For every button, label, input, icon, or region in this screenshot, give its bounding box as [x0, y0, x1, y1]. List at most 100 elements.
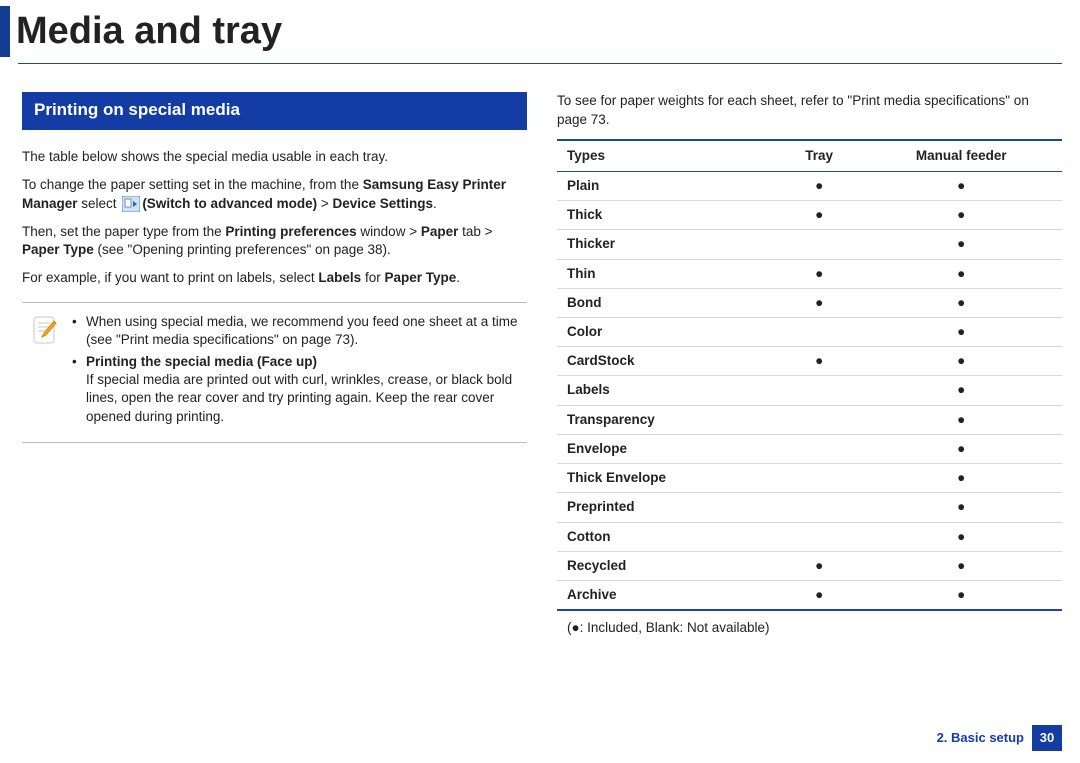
- text: tab >: [458, 224, 492, 239]
- footer-section-label: 2. Basic setup: [937, 729, 1024, 747]
- table-row: Preprinted ●: [557, 493, 1062, 522]
- manual-feeder-cell: ●: [860, 376, 1062, 405]
- change-setting-paragraph: To change the paper setting set in the m…: [22, 176, 527, 212]
- table-row: Labels ●: [557, 376, 1062, 405]
- table-row: Bond●●: [557, 288, 1062, 317]
- table-row: CardStock●●: [557, 347, 1062, 376]
- page-footer: 2. Basic setup 30: [937, 725, 1062, 751]
- media-type-cell: Bond: [557, 288, 778, 317]
- paper-type-paragraph: Then, set the paper type from the Printi…: [22, 223, 527, 259]
- text: .: [456, 270, 460, 285]
- title-accent-bar: [0, 6, 10, 57]
- tray-cell: [778, 522, 861, 551]
- media-table: Types Tray Manual feeder Plain●●Thick●●T…: [557, 139, 1062, 612]
- media-type-cell: Cotton: [557, 522, 778, 551]
- tray-cell: [778, 405, 861, 434]
- table-row: Thicker ●: [557, 230, 1062, 259]
- tray-cell: ●: [778, 347, 861, 376]
- media-type-cell: Thin: [557, 259, 778, 288]
- text: window >: [357, 224, 421, 239]
- content-columns: Printing on special media The table belo…: [0, 64, 1080, 637]
- tray-cell: [778, 464, 861, 493]
- manual-feeder-cell: ●: [860, 434, 1062, 463]
- media-type-cell: Plain: [557, 171, 778, 200]
- media-type-cell: Envelope: [557, 434, 778, 463]
- tray-cell: ●: [778, 551, 861, 580]
- manual-feeder-cell: ●: [860, 522, 1062, 551]
- text: select: [78, 196, 121, 211]
- media-type-cell: Recycled: [557, 551, 778, 580]
- col-header-tray: Tray: [778, 140, 861, 172]
- bold-text: Paper Type: [384, 270, 456, 285]
- table-row: Transparency ●: [557, 405, 1062, 434]
- col-header-manual-feeder: Manual feeder: [860, 140, 1062, 172]
- table-row: Cotton ●: [557, 522, 1062, 551]
- text: .: [433, 196, 437, 211]
- section-heading: Printing on special media: [22, 92, 527, 130]
- media-type-cell: Color: [557, 318, 778, 347]
- table-row: Thin●●: [557, 259, 1062, 288]
- note-bullet-title: Printing the special media (Face up): [86, 354, 317, 369]
- tray-cell: ●: [778, 171, 861, 200]
- note-body: When using special media, we recommend y…: [72, 313, 521, 430]
- manual-feeder-cell: ●: [860, 551, 1062, 580]
- left-column: Printing on special media The table belo…: [22, 92, 527, 637]
- media-type-cell: Thick Envelope: [557, 464, 778, 493]
- text: (see "Opening printing preferences" on p…: [94, 242, 391, 257]
- manual-feeder-cell: ●: [860, 493, 1062, 522]
- text: If special media are printed out with cu…: [86, 372, 512, 423]
- note-pencil-icon: [32, 315, 58, 430]
- note-bullet-2: Printing the special media (Face up) If …: [72, 353, 521, 426]
- tray-cell: ●: [778, 259, 861, 288]
- manual-feeder-cell: ●: [860, 464, 1062, 493]
- media-type-cell: Transparency: [557, 405, 778, 434]
- bold-text: Device Settings: [332, 196, 433, 211]
- media-type-cell: CardStock: [557, 347, 778, 376]
- manual-feeder-cell: ●: [860, 288, 1062, 317]
- tray-cell: [778, 434, 861, 463]
- col-header-types: Types: [557, 140, 778, 172]
- table-header-row: Types Tray Manual feeder: [557, 140, 1062, 172]
- table-row: Recycled●●: [557, 551, 1062, 580]
- note-box: When using special media, we recommend y…: [22, 302, 527, 443]
- table-row: Thick●●: [557, 201, 1062, 230]
- bold-text: Paper: [421, 224, 459, 239]
- note-icon-cell: [28, 313, 62, 430]
- manual-feeder-cell: ●: [860, 230, 1062, 259]
- page-title: Media and tray: [16, 6, 282, 57]
- bold-text: Printing preferences: [225, 224, 356, 239]
- manual-feeder-cell: ●: [860, 405, 1062, 434]
- switch-mode-icon: [122, 196, 140, 212]
- table-legend: (●: Included, Blank: Not available): [557, 619, 1062, 637]
- tray-cell: [778, 493, 861, 522]
- media-type-cell: Thick: [557, 201, 778, 230]
- manual-feeder-cell: ●: [860, 201, 1062, 230]
- text: >: [317, 196, 332, 211]
- media-type-cell: Thicker: [557, 230, 778, 259]
- text: For example, if you want to print on lab…: [22, 270, 318, 285]
- note-bullet-1: When using special media, we recommend y…: [72, 313, 521, 349]
- tray-cell: [778, 376, 861, 405]
- right-column: To see for paper weights for each sheet,…: [557, 92, 1062, 637]
- media-type-cell: Archive: [557, 581, 778, 611]
- media-type-cell: Labels: [557, 376, 778, 405]
- media-type-cell: Preprinted: [557, 493, 778, 522]
- manual-feeder-cell: ●: [860, 318, 1062, 347]
- tray-cell: [778, 318, 861, 347]
- tray-cell: [778, 230, 861, 259]
- table-row: Color ●: [557, 318, 1062, 347]
- bold-text: Paper Type: [22, 242, 94, 257]
- bold-text: (Switch to advanced mode): [142, 196, 317, 211]
- tray-cell: ●: [778, 201, 861, 230]
- manual-feeder-cell: ●: [860, 347, 1062, 376]
- right-intro-paragraph: To see for paper weights for each sheet,…: [557, 92, 1062, 128]
- text: When using special media, we recommend y…: [86, 314, 518, 347]
- tray-cell: ●: [778, 288, 861, 317]
- tray-cell: ●: [778, 581, 861, 611]
- table-row: Thick Envelope ●: [557, 464, 1062, 493]
- text: for: [361, 270, 384, 285]
- footer-page-number: 30: [1032, 725, 1062, 751]
- table-row: Archive●●: [557, 581, 1062, 611]
- table-body: Plain●●Thick●●Thicker●Thin●●Bond●●Color●…: [557, 171, 1062, 610]
- manual-feeder-cell: ●: [860, 171, 1062, 200]
